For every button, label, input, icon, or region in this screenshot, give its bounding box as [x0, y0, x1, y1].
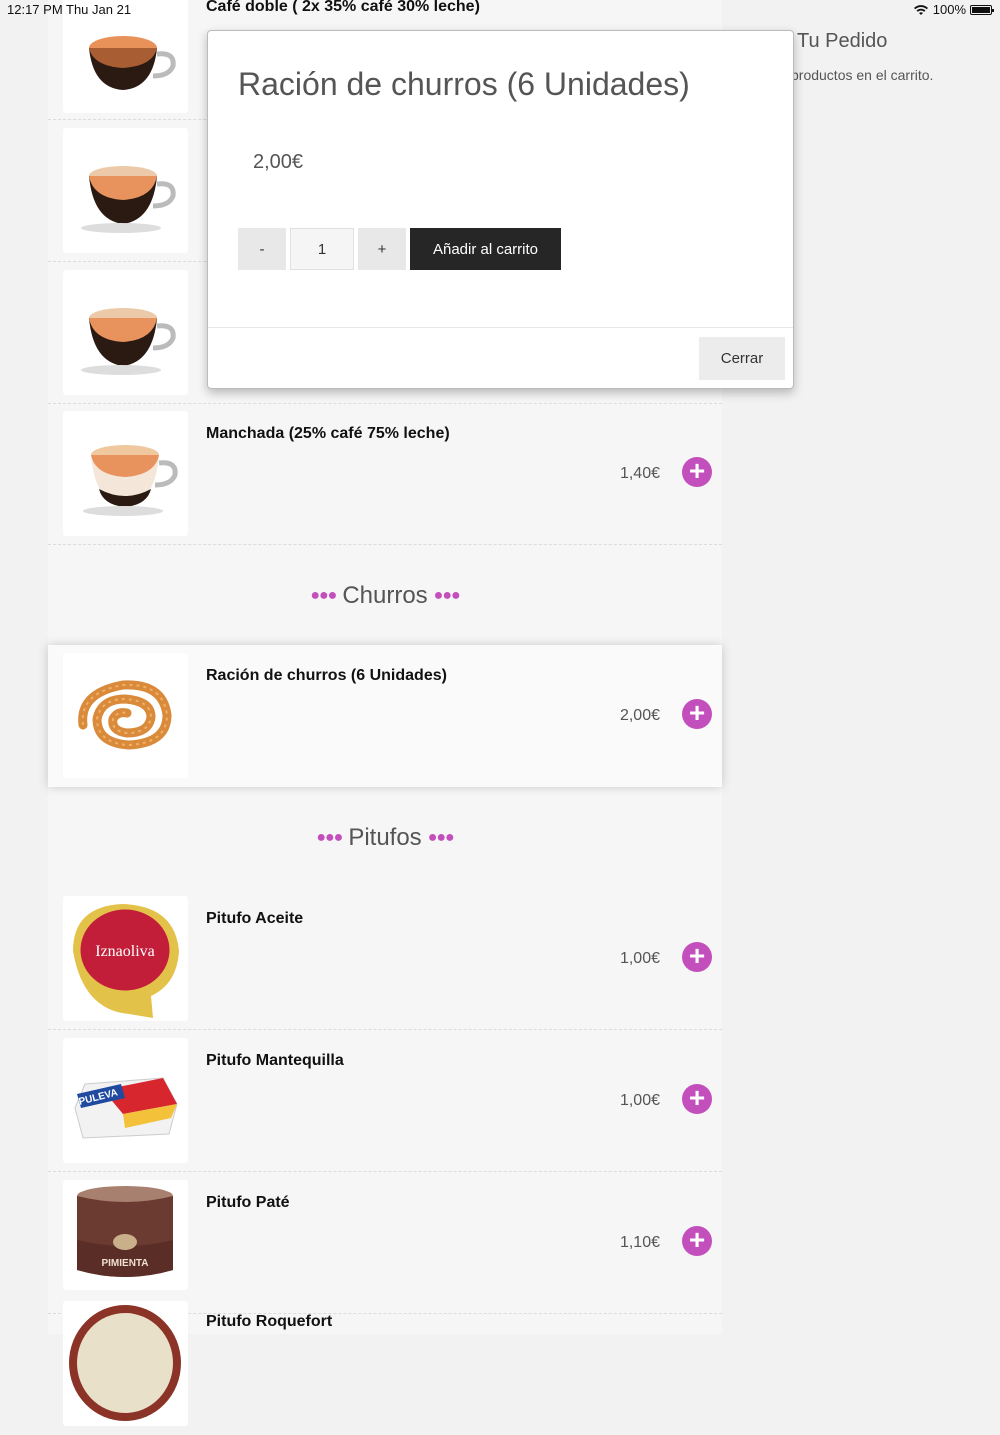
section-title: Pitufos: [348, 824, 422, 851]
modal-price: 2,00€: [253, 151, 304, 173]
product-price: 2,00€: [619, 707, 660, 724]
product-name: Pitufo Roquefort: [206, 1313, 333, 1330]
dots-icon: ●●●: [433, 587, 461, 604]
product-name: Pitufo Paté: [206, 1194, 290, 1211]
order-title: Tu Pedido: [797, 30, 888, 52]
plus-icon: +: [688, 1082, 706, 1113]
battery-percent: 100%: [932, 2, 966, 17]
add-product-button[interactable]: +: [682, 1084, 712, 1114]
product-name: Ración de churros (6 Unidades): [206, 667, 447, 684]
product-row-manchada: Manchada (25% café 75% leche) 1,40€ +: [48, 403, 722, 545]
plus-icon: +: [688, 1224, 706, 1255]
add-product-button[interactable]: +: [682, 457, 712, 487]
product-row-pitufo-mantequilla: PULEVA Pitufo Mantequilla 1,00€ +: [48, 1030, 722, 1172]
order-empty-text: productos en el carrito.: [791, 67, 934, 83]
product-name: Manchada (25% café 75% leche): [206, 425, 450, 442]
product-row-pitufo-aceite: Iznaoliva Pitufo Aceite 1,00€ +: [48, 888, 722, 1030]
product-price: 1,00€: [619, 950, 660, 967]
roquefort-tin-icon: [63, 1301, 188, 1426]
section-header-churros: ●●● Churros ●●●: [48, 546, 722, 646]
product-price: 1,40€: [619, 465, 660, 482]
pate-tin-icon: PIMIENTA: [63, 1180, 188, 1290]
add-product-button[interactable]: +: [682, 942, 712, 972]
product-price: 1,10€: [619, 1234, 660, 1251]
plus-icon: +: [688, 940, 706, 971]
close-button[interactable]: Cerrar: [699, 337, 785, 380]
svg-text:Iznaoliva: Iznaoliva: [95, 943, 155, 960]
quantity-row: - 1 + Añadir al carrito: [238, 228, 561, 270]
product-row-pitufo-roquefort: Pitufo Roquefort: [48, 1293, 722, 1435]
plus-icon: +: [688, 697, 706, 728]
decrease-quantity-button[interactable]: -: [238, 228, 286, 270]
quantity-input[interactable]: 1: [290, 228, 354, 270]
product-modal: Ración de churros (6 Unidades) 2,00€ - 1…: [207, 30, 794, 389]
dots-icon: ●●●: [310, 587, 337, 604]
butter-pack-icon: PULEVA: [63, 1038, 188, 1163]
olive-oil-pack-icon: Iznaoliva: [63, 896, 188, 1021]
dots-icon: ●●●: [316, 829, 343, 846]
status-date: Thu Jan 21: [66, 2, 132, 17]
wifi-icon: [913, 4, 928, 15]
add-product-button[interactable]: +: [682, 1226, 712, 1256]
modal-title: Ración de churros (6 Unidades): [238, 66, 690, 102]
product-name: Pitufo Mantequilla: [206, 1052, 344, 1069]
coffee-cup-icon: [63, 128, 188, 253]
section-title: Churros: [342, 582, 428, 609]
increase-quantity-button[interactable]: +: [358, 228, 406, 270]
product-price: 1,00€: [619, 1092, 660, 1109]
plus-icon: +: [688, 455, 706, 486]
modal-divider: [208, 327, 793, 328]
status-right: 100%: [913, 2, 994, 17]
add-to-cart-button[interactable]: Añadir al carrito: [410, 228, 561, 270]
coffee-cup-icon: [63, 270, 188, 395]
section-header-pitufos: ●●● Pitufos ●●●: [48, 788, 722, 888]
status-time: 12:17 PM: [7, 2, 63, 17]
dots-icon: ●●●: [427, 829, 455, 846]
product-name: Pitufo Aceite: [206, 910, 304, 927]
churro-icon: [63, 653, 188, 778]
add-product-button[interactable]: +: [682, 699, 712, 729]
svg-text:PIMIENTA: PIMIENTA: [101, 1258, 148, 1269]
coffee-cup-icon: [63, 411, 188, 536]
battery-icon: [970, 4, 994, 15]
product-row-churros: Ración de churros (6 Unidades) 2,00€ +: [48, 645, 722, 787]
status-bar: 12:17 PM Thu Jan 21 100%: [0, 0, 1000, 20]
